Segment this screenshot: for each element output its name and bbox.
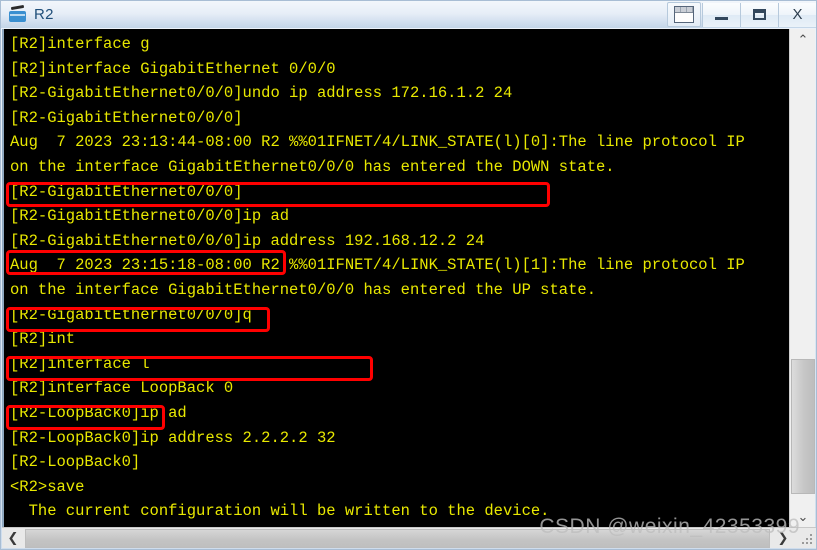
- horizontal-scroll-thumb[interactable]: [25, 529, 770, 548]
- terminal-line: [R2-GigabitEthernet0/0/0]: [10, 182, 243, 201]
- terminal-line: Aug 7 2023 23:13:44-08:00 R2 %%01IFNET/4…: [10, 133, 745, 152]
- scroll-right-arrow-icon[interactable]: ❯: [772, 528, 794, 549]
- terminal-line: on the interface GigabitEthernet0/0/0 ha…: [10, 280, 596, 299]
- terminal-line: [R2-LoopBack0]ip address 2.2.2.2 32: [10, 428, 336, 447]
- terminal-line: [R2-LoopBack0]ip ad: [10, 403, 187, 422]
- terminal-panel: [R2]interface g [R2]interface GigabitEthe…: [2, 29, 815, 528]
- terminal-line: The current configuration will be writte…: [10, 502, 550, 521]
- maximize-icon: [753, 9, 766, 20]
- terminal-line: [R2]int: [10, 330, 76, 349]
- terminal-line: [R2-LoopBack0]: [10, 453, 141, 472]
- minimize-button[interactable]: [702, 2, 740, 27]
- terminal-line: [R2-GigabitEthernet0/0/0]: [10, 108, 243, 127]
- router-console-window: R2 X [R2]interface g [R2]interface Gigabi…: [0, 0, 817, 550]
- terminal-line: [R2]interface LoopBack 0: [10, 379, 234, 398]
- terminal-line: [R2]interface GigabitEthernet 0/0/0: [10, 59, 336, 78]
- close-button[interactable]: X: [778, 2, 816, 27]
- resize-grip-icon[interactable]: [800, 532, 814, 546]
- panel-toggle-button[interactable]: [667, 2, 701, 27]
- window-title: R2: [34, 6, 54, 23]
- terminal-line: [R2]interface g: [10, 35, 150, 53]
- terminal-output-area[interactable]: [R2]interface g [R2]interface GigabitEthe…: [4, 29, 789, 528]
- scroll-down-arrow-icon[interactable]: ⌄: [790, 506, 816, 528]
- terminal-line: [R2-GigabitEthernet0/0/0]q: [10, 305, 252, 324]
- terminal-line: [R2-GigabitEthernet0/0/0]undo ip address…: [10, 84, 513, 103]
- terminal-line: [R2-GigabitEthernet0/0/0]ip ad: [10, 207, 290, 226]
- scroll-up-arrow-icon[interactable]: ⌃: [790, 29, 816, 51]
- terminal-lines: [R2]interface g [R2]interface GigabitEthe…: [10, 32, 789, 528]
- panel-icon: [674, 6, 694, 23]
- vertical-scroll-thumb[interactable]: [791, 359, 815, 494]
- terminal-line: [R2-GigabitEthernet0/0/0]ip address 192.…: [10, 231, 485, 250]
- minimize-icon: [715, 16, 728, 20]
- window-controls: X: [702, 1, 816, 28]
- scroll-left-arrow-icon[interactable]: ❮: [2, 528, 24, 549]
- terminal-line: Aug 7 2023 23:15:18-08:00 R2 %%01IFNET/4…: [10, 256, 745, 275]
- terminal-line: on the interface GigabitEthernet0/0/0 ha…: [10, 157, 615, 176]
- terminal-line: [R2]interface l: [10, 354, 150, 373]
- vertical-scrollbar[interactable]: ⌃ ⌄: [789, 29, 815, 528]
- title-bar: R2 X: [1, 1, 816, 28]
- terminal-line: <R2>save: [10, 477, 85, 496]
- router-icon: [7, 4, 29, 26]
- maximize-button[interactable]: [740, 2, 778, 27]
- close-icon: X: [792, 6, 803, 23]
- horizontal-scrollbar[interactable]: ❮ ❯: [2, 527, 816, 548]
